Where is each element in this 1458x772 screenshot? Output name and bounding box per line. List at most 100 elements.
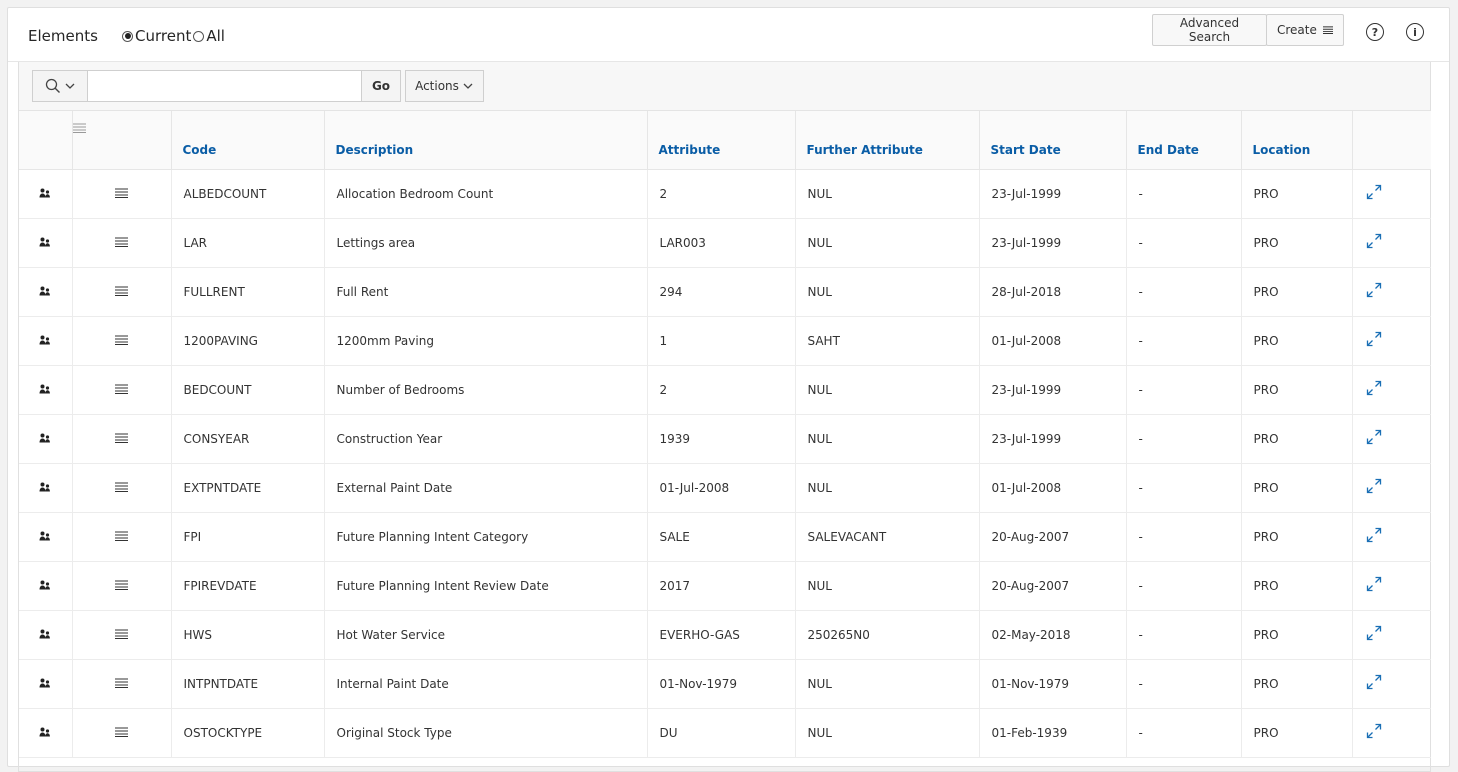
go-button[interactable]: Go: [361, 70, 401, 102]
table-row: 1200PAVING 1200mm Paving 1 SAHT 01-Jul-2008-…: [19, 316, 1431, 366]
row-end-date: -: [1126, 512, 1242, 562]
column-header-description[interactable]: Description: [324, 111, 648, 170]
search-input[interactable]: [88, 71, 361, 101]
actions-button[interactable]: Actions: [405, 70, 484, 102]
expand-icon[interactable]: [1366, 331, 1382, 347]
row-start-date: 02-May-2018: [979, 610, 1127, 660]
row-expand-cell[interactable]: [1352, 463, 1431, 513]
expand-icon[interactable]: [1366, 282, 1382, 298]
expand-icon[interactable]: [1366, 429, 1382, 445]
radio-all[interactable]: All: [193, 27, 225, 45]
row-menu-cell[interactable]: [72, 512, 172, 562]
row-expand-cell[interactable]: [1352, 169, 1431, 219]
row-select-cell[interactable]: [19, 316, 73, 366]
row-expand-cell[interactable]: [1352, 561, 1431, 611]
search-column-selector[interactable]: [33, 71, 88, 101]
row-select-cell[interactable]: [19, 659, 73, 709]
row-expand-cell[interactable]: [1352, 365, 1431, 415]
row-select-cell[interactable]: [19, 708, 73, 758]
row-start-date: 01-Nov-1979: [979, 659, 1127, 709]
row-description: External Paint Date: [324, 463, 648, 513]
header-expand-cell: [1352, 111, 1431, 170]
row-description: Lettings area: [324, 218, 648, 268]
row-code: LAR: [171, 218, 325, 268]
row-expand-cell[interactable]: [1352, 267, 1431, 317]
expand-icon[interactable]: [1366, 674, 1382, 690]
row-expand-cell[interactable]: [1352, 218, 1431, 268]
column-header-attribute[interactable]: Attribute: [647, 111, 796, 170]
row-select-cell[interactable]: [19, 561, 73, 611]
menu-icon: [115, 579, 128, 590]
row-select-cell[interactable]: [19, 267, 73, 317]
expand-icon[interactable]: [1366, 380, 1382, 396]
radio-all-dot[interactable]: [193, 30, 205, 42]
column-header-end-date[interactable]: End Date: [1126, 111, 1242, 170]
table-row: INTPNTDATE Internal Paint Date 01-Nov-1979…: [19, 659, 1431, 709]
expand-icon[interactable]: [1366, 576, 1382, 592]
radio-current[interactable]: Current: [122, 27, 191, 45]
row-menu-cell[interactable]: [72, 659, 172, 709]
person-icon: [39, 727, 51, 736]
row-select-cell[interactable]: [19, 512, 73, 562]
row-expand-cell[interactable]: [1352, 708, 1431, 758]
row-attribute: 294: [647, 267, 796, 317]
menu-icon: [72, 123, 86, 134]
column-header-start-date[interactable]: Start Date: [979, 111, 1127, 170]
row-description: Future Planning Intent Review Date: [324, 561, 648, 611]
row-expand-cell[interactable]: [1352, 610, 1431, 660]
row-menu-cell[interactable]: [72, 365, 172, 415]
expand-icon[interactable]: [1366, 625, 1382, 641]
menu-icon: [115, 530, 128, 541]
row-menu-cell[interactable]: [72, 218, 172, 268]
row-expand-cell[interactable]: [1352, 512, 1431, 562]
row-select-cell[interactable]: [19, 414, 73, 464]
expand-icon[interactable]: [1366, 723, 1382, 739]
help-icon[interactable]: ?: [1366, 23, 1384, 41]
row-end-date: -: [1126, 610, 1242, 660]
row-code: 1200PAVING: [171, 316, 325, 366]
row-start-date: 23-Jul-1999: [979, 218, 1127, 268]
advanced-search-button[interactable]: Advanced Search: [1152, 14, 1267, 46]
radio-current-dot[interactable]: [122, 30, 133, 42]
expand-icon[interactable]: [1366, 184, 1382, 200]
row-expand-cell[interactable]: [1352, 414, 1431, 464]
menu-icon: [115, 481, 128, 492]
row-expand-cell[interactable]: [1352, 659, 1431, 709]
interactive-report: Go Actions Code Description Attribute Fu…: [18, 62, 1431, 772]
row-further-attribute: SAHT: [795, 316, 980, 366]
row-menu-cell[interactable]: [72, 561, 172, 611]
row-select-cell[interactable]: [19, 169, 73, 219]
expand-icon[interactable]: [1366, 527, 1382, 543]
row-menu-cell[interactable]: [72, 610, 172, 660]
expand-icon[interactable]: [1366, 233, 1382, 249]
row-menu-cell[interactable]: [72, 463, 172, 513]
region-title: Elements: [28, 27, 98, 45]
menu-icon: [115, 726, 128, 737]
row-select-cell[interactable]: [19, 365, 73, 415]
row-end-date: -: [1126, 414, 1242, 464]
row-select-cell[interactable]: [19, 610, 73, 660]
row-menu-cell[interactable]: [72, 169, 172, 219]
person-icon: [39, 237, 51, 246]
person-icon: [39, 531, 51, 540]
column-header-code[interactable]: Code: [171, 111, 325, 170]
row-start-date: 20-Aug-2007: [979, 512, 1127, 562]
row-code: FPI: [171, 512, 325, 562]
row-expand-cell[interactable]: [1352, 316, 1431, 366]
info-icon[interactable]: i: [1406, 23, 1424, 41]
row-menu-cell[interactable]: [72, 708, 172, 758]
column-header-further-attribute[interactable]: Further Attribute: [795, 111, 980, 170]
row-select-cell[interactable]: [19, 463, 73, 513]
row-description: Allocation Bedroom Count: [324, 169, 648, 219]
row-further-attribute: NUL: [795, 659, 980, 709]
person-icon: [39, 433, 51, 442]
row-menu-cell[interactable]: [72, 267, 172, 317]
row-attribute: LAR003: [647, 218, 796, 268]
row-menu-cell[interactable]: [72, 316, 172, 366]
row-select-cell[interactable]: [19, 218, 73, 268]
row-attribute: 1939: [647, 414, 796, 464]
column-header-location[interactable]: Location: [1241, 111, 1353, 170]
row-menu-cell[interactable]: [72, 414, 172, 464]
create-button[interactable]: Create: [1266, 14, 1344, 46]
expand-icon[interactable]: [1366, 478, 1382, 494]
